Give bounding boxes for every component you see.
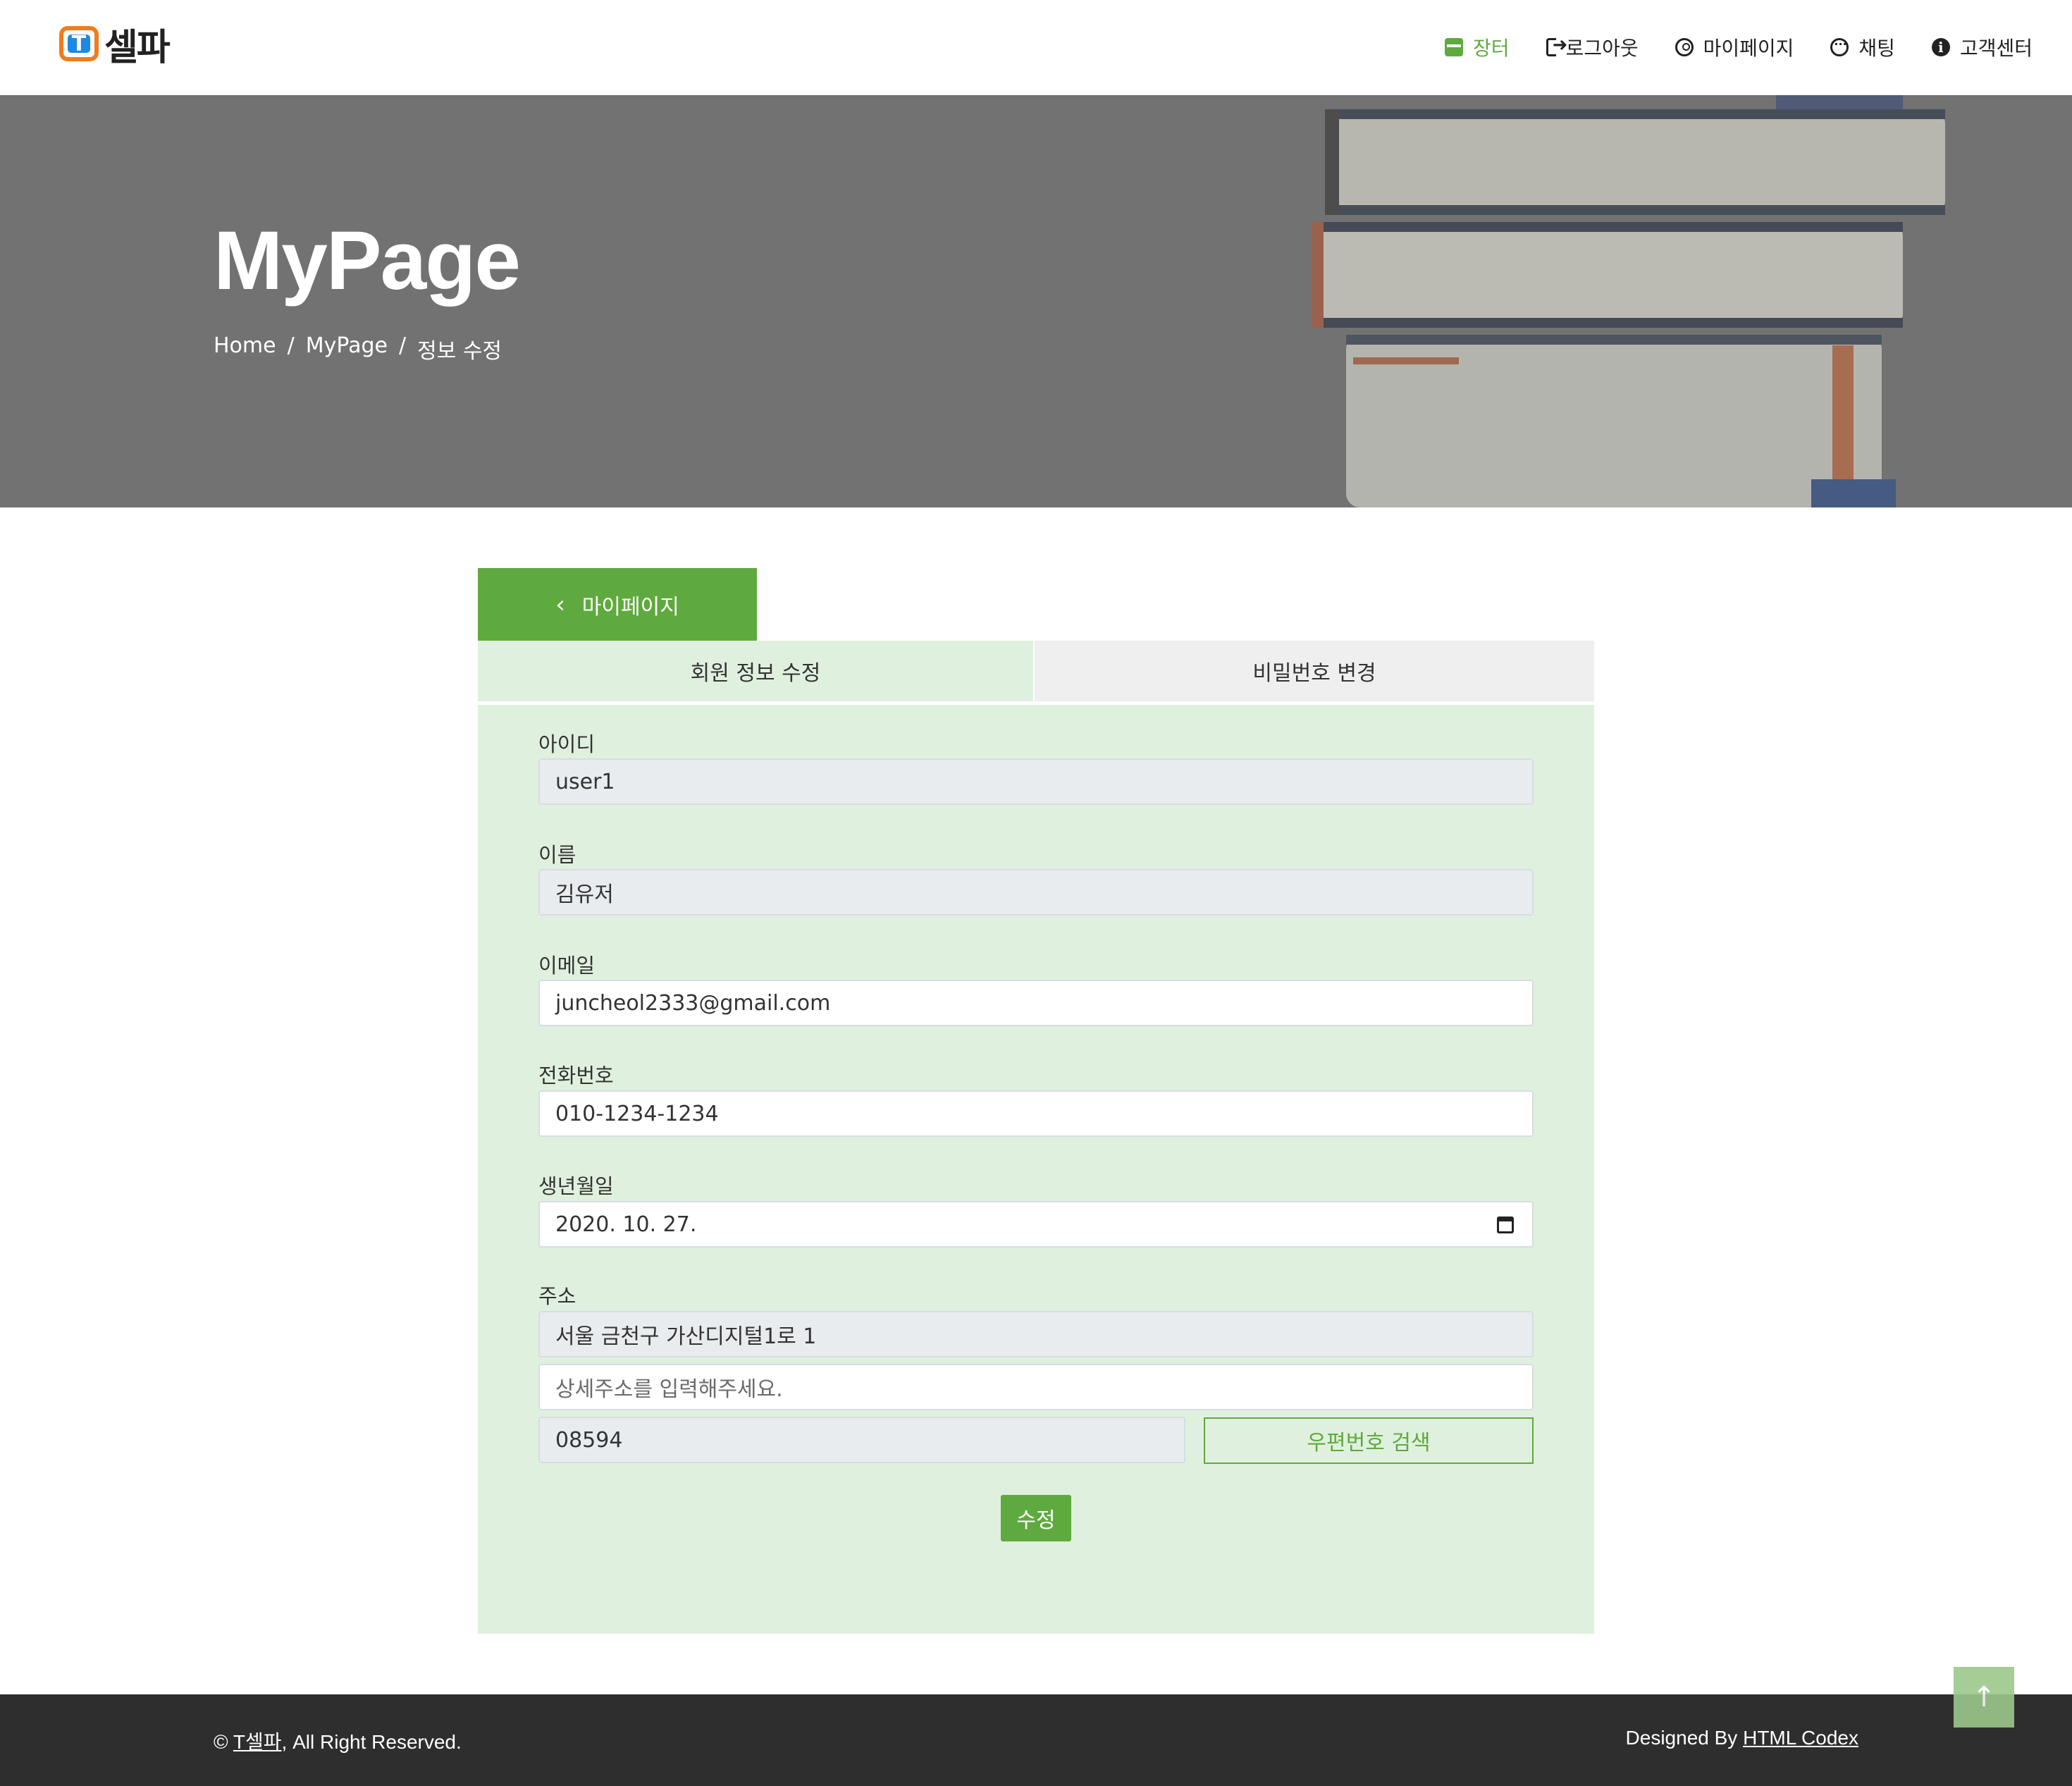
copyright-symbol: ©: [214, 1731, 228, 1753]
copyright-text: , All Right Reserved.: [281, 1731, 462, 1753]
zipcode-field: 08594: [538, 1417, 1185, 1463]
logo-icon: T: [59, 26, 99, 61]
footer-brand-link[interactable]: T셀파: [233, 1731, 282, 1753]
nav-item-logout[interactable]: 로그아웃: [1546, 33, 1639, 61]
breadcrumb-separator: /: [287, 333, 295, 358]
navbar: T 셀파 장터 로그아웃 마이페이지 채팅 고객센터: [0, 0, 2072, 95]
footer: © T셀파, All Right Reserved. Designed By H…: [0, 1694, 2072, 1786]
nav-label: 로그아웃: [1565, 37, 1639, 60]
address-detail-input[interactable]: 상세주소를 입력해주세요.: [538, 1364, 1534, 1410]
address-detail-placeholder: 상세주소를 입력해주세요.: [555, 1377, 783, 1402]
birth-date-field[interactable]: 2020. 10. 27.: [538, 1201, 1534, 1248]
member-info-form: 아이디 user1 이름 김유저 이메일 juncheol2333@gmail.…: [478, 705, 1594, 1634]
tab-change-password[interactable]: 비밀번호 변경: [1035, 641, 1594, 701]
designer-link[interactable]: HTML Codex: [1743, 1727, 1858, 1749]
nav-label: 고객센터: [1959, 37, 2033, 60]
back-tab-label: 마이페이지: [581, 594, 679, 620]
designed-by-text: Designed By: [1625, 1727, 1738, 1749]
footer-credit: Designed By HTML Codex: [1626, 1727, 1858, 1749]
books-image: [1283, 95, 1987, 507]
breadcrumb-separator: /: [398, 333, 407, 358]
calendar-icon[interactable]: [1497, 1217, 1514, 1233]
name-value: 김유저: [555, 882, 614, 907]
phone-field[interactable]: 010-1234-1234: [538, 1090, 1534, 1137]
email-field[interactable]: juncheol2333@gmail.com: [538, 980, 1534, 1026]
brand-name: 셀파: [104, 26, 171, 69]
user-circle-icon: [1675, 38, 1694, 56]
footer-copyright: © T셀파, All Right Reserved.: [214, 1727, 462, 1755]
brand-logo[interactable]: T 셀파: [59, 23, 171, 69]
store-icon: [1445, 38, 1464, 56]
email-label: 이메일: [538, 954, 596, 978]
nav-label: 채팅: [1858, 37, 1895, 60]
nav-item-mypage[interactable]: 마이페이지: [1675, 33, 1794, 61]
name-field: 김유저: [538, 869, 1534, 916]
submit-button[interactable]: 수정: [1001, 1495, 1071, 1541]
page-title: MyPage: [214, 214, 521, 307]
address-field: 서울 금천구 가산디지털1로 1: [538, 1311, 1534, 1357]
breadcrumb-mypage[interactable]: MyPage: [306, 333, 388, 364]
nav-label: 장터: [1473, 37, 1510, 60]
nav-menu: 장터 로그아웃 마이페이지 채팅 고객센터: [1445, 30, 2033, 65]
phone-value: 010-1234-1234: [555, 1101, 719, 1126]
breadcrumb-home[interactable]: Home: [214, 333, 276, 364]
email-value: juncheol2333@gmail.com: [555, 990, 831, 1016]
nav-label: 마이페이지: [1703, 37, 1794, 60]
birth-label: 생년월일: [538, 1174, 614, 1198]
chevron-left-icon: ‹: [555, 590, 565, 619]
tab-bar: 회원 정보 수정 비밀번호 변경: [478, 641, 1594, 701]
breadcrumb: Home / MyPage / 정보 수정: [214, 333, 502, 364]
logo-letter: T: [71, 31, 87, 56]
breadcrumb-current: 정보 수정: [417, 339, 502, 364]
id-value: user1: [555, 769, 615, 794]
back-to-mypage-button[interactable]: ‹ 마이페이지: [478, 568, 757, 641]
nav-item-support[interactable]: 고객센터: [1931, 33, 2033, 61]
hero-banner: MyPage Home / MyPage / 정보 수정: [0, 95, 2072, 507]
address-label: 주소: [538, 1284, 576, 1308]
nav-item-chat[interactable]: 채팅: [1830, 33, 1895, 61]
zipcode-value: 08594: [555, 1427, 623, 1453]
id-field: user1: [538, 758, 1534, 805]
info-icon: [1931, 38, 1950, 56]
nav-item-market[interactable]: 장터: [1445, 33, 1510, 61]
logout-icon: [1546, 35, 1567, 56]
chat-icon: [1830, 37, 1849, 56]
back-to-top-button[interactable]: ↑: [1954, 1667, 2014, 1728]
id-label: 아이디: [538, 732, 596, 756]
address-value: 서울 금천구 가산디지털1로 1: [555, 1324, 817, 1349]
birth-value: 2020. 10. 27.: [555, 1212, 697, 1237]
zipcode-search-button[interactable]: 우편번호 검색: [1204, 1417, 1534, 1464]
arrow-up-icon: ↑: [1972, 1681, 1996, 1713]
tab-member-info[interactable]: 회원 정보 수정: [478, 641, 1035, 701]
name-label: 이름: [538, 843, 576, 867]
phone-label: 전화번호: [538, 1064, 614, 1088]
